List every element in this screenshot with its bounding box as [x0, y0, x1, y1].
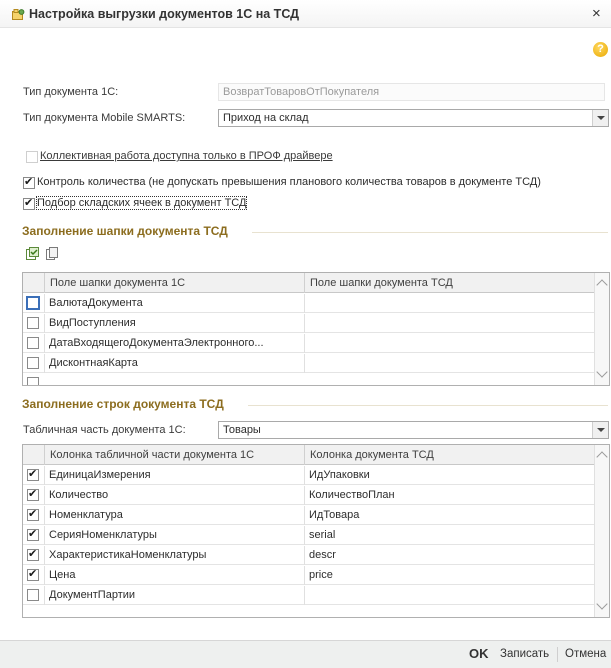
field-1c-cell[interactable]: ВидПоступления [44, 314, 304, 333]
row-checkbox[interactable] [27, 567, 39, 581]
table-header: Поле шапки документа 1С Поле шапки докум… [23, 273, 595, 293]
doc-type-1c-label: Тип документа 1С: [23, 86, 119, 98]
settings-doc-icon [12, 9, 25, 20]
column-header[interactable]: Поле шапки документа ТСД [304, 273, 595, 293]
field-tsd-cell[interactable] [304, 354, 595, 373]
column-1c-cell[interactable]: СерияНоменклатуры [44, 526, 304, 545]
field-tsd-cell[interactable] [304, 294, 595, 313]
field-1c-cell[interactable]: ДисконтнаяКарта [44, 354, 304, 373]
row-checkbox[interactable] [27, 357, 39, 369]
row-checkbox[interactable] [27, 467, 39, 481]
ok-button[interactable]: OK [469, 646, 489, 661]
header-section-title: Заполнение шапки документа ТСД [22, 224, 228, 238]
scroll-down-icon[interactable] [596, 598, 608, 610]
table-row[interactable] [23, 374, 595, 385]
column-header[interactable]: Поле шапки документа 1С [44, 273, 325, 293]
lines-columns-grid: Колонка табличной части документа 1С Кол… [22, 444, 610, 618]
table-row[interactable]: ДатаВходящегоДокументаЭлектронного... [23, 334, 595, 353]
column-1c-cell[interactable]: Цена [44, 566, 304, 585]
row-checkbox[interactable] [27, 377, 39, 385]
header-fields-table: Поле шапки документа 1С Поле шапки докум… [22, 272, 610, 386]
tab-part-label: Табличная часть документа 1С: [23, 424, 186, 436]
lines-section-title: Заполнение строк документа ТСД [22, 397, 224, 411]
row-checkbox[interactable] [27, 487, 39, 501]
row-checkbox[interactable] [26, 296, 40, 310]
doc-type-ms-value: Приход на склад [223, 112, 309, 124]
field-1c-cell[interactable]: ВалютаДокумента [44, 294, 304, 313]
cells-selection-checkbox[interactable] [23, 196, 35, 210]
vertical-scrollbar[interactable] [594, 273, 609, 385]
doc-type-1c-field: ВозвратТоваровОтПокупателя [218, 83, 605, 101]
scroll-up-icon[interactable] [596, 451, 608, 463]
doc-type-1c-value: ВозвратТоваровОтПокупателя [223, 86, 380, 98]
table-row[interactable]: ЕдиницаИзмерения ИдУпаковки [23, 466, 595, 485]
help-icon[interactable]: ? [593, 42, 608, 57]
cancel-button[interactable]: Отмена [565, 648, 606, 660]
doc-type-ms-label: Тип документа Mobile SMARTS: [23, 112, 186, 124]
scroll-down-icon[interactable] [596, 366, 608, 378]
row-checkbox[interactable] [27, 337, 39, 349]
qty-control-label: Контроль количества (не допускать превыш… [37, 176, 541, 188]
table-row[interactable]: ДисконтнаяКарта [23, 354, 595, 373]
row-checkbox[interactable] [27, 317, 39, 329]
table-row[interactable]: СерияНоменклатуры serial [23, 526, 595, 545]
table-row[interactable]: ВалютаДокумента [23, 294, 595, 313]
cells-selection-label: Подбор складских ячеек в документ ТСД [35, 196, 248, 210]
field-1c-cell[interactable]: ДатаВходящегоДокументаЭлектронного... [44, 334, 304, 353]
column-1c-cell[interactable]: ХарактеристикаНоменклатуры [44, 546, 304, 565]
chevron-down-icon[interactable] [592, 110, 608, 126]
section-divider [252, 232, 608, 233]
qty-control-checkbox[interactable] [23, 175, 35, 189]
row-checkbox[interactable] [27, 547, 39, 561]
column-header[interactable]: Колонка табличной части документа 1С [44, 445, 325, 465]
column-tsd-cell[interactable]: descr [304, 546, 595, 565]
column-tsd-cell[interactable]: serial [304, 526, 595, 545]
column-1c-cell[interactable]: ДокументПартии [44, 586, 304, 605]
column-tsd-cell[interactable] [304, 586, 595, 605]
collective-work-link[interactable]: Коллективная работа доступна только в ПР… [40, 150, 333, 162]
column-tsd-cell[interactable]: ИдУпаковки [304, 466, 595, 485]
dialog-footer: OK Записать Отмена [0, 640, 611, 668]
column-1c-cell[interactable]: Количество [44, 486, 304, 505]
column-tsd-cell[interactable]: ИдТовара [304, 506, 595, 525]
save-button[interactable]: Записать [500, 648, 549, 660]
row-checkbox[interactable] [27, 589, 39, 601]
tab-part-value: Товары [223, 424, 261, 436]
title-bar: Настройка выгрузки документов 1С на ТСД … [0, 0, 611, 28]
tab-part-select[interactable]: Товары [218, 421, 609, 439]
column-tsd-cell[interactable]: КоличествоПлан [304, 486, 595, 505]
doc-type-ms-select[interactable]: Приход на склад [218, 109, 609, 127]
vertical-scrollbar[interactable] [594, 445, 609, 617]
fill-icon[interactable] [26, 247, 39, 260]
chevron-down-icon[interactable] [592, 422, 608, 438]
row-checkbox[interactable] [27, 527, 39, 541]
column-header[interactable]: Колонка документа ТСД [304, 445, 595, 465]
scroll-up-icon[interactable] [596, 279, 608, 291]
table-row[interactable]: Номенклатура ИдТовара [23, 506, 595, 525]
copy-icon[interactable] [46, 247, 59, 260]
window-title: Настройка выгрузки документов 1С на ТСД [29, 7, 300, 21]
field-tsd-cell[interactable] [304, 334, 595, 353]
table-row[interactable]: Цена price [23, 566, 595, 585]
button-separator [557, 647, 558, 662]
table-row[interactable]: Количество КоличествоПлан [23, 486, 595, 505]
column-1c-cell[interactable]: Номенклатура [44, 506, 304, 525]
column-1c-cell[interactable]: ЕдиницаИзмерения [44, 466, 304, 485]
field-tsd-cell[interactable] [304, 314, 595, 333]
row-checkbox[interactable] [27, 507, 39, 521]
column-tsd-cell[interactable]: price [304, 566, 595, 585]
collective-work-checkbox[interactable] [26, 151, 38, 163]
table-row[interactable]: ХарактеристикаНоменклатуры descr [23, 546, 595, 565]
table-row[interactable]: ВидПоступления [23, 314, 595, 333]
table-header: Колонка табличной части документа 1С Кол… [23, 445, 595, 465]
close-button[interactable]: × [592, 5, 601, 22]
table-row[interactable]: ДокументПартии [23, 586, 595, 605]
section-divider [248, 405, 608, 406]
